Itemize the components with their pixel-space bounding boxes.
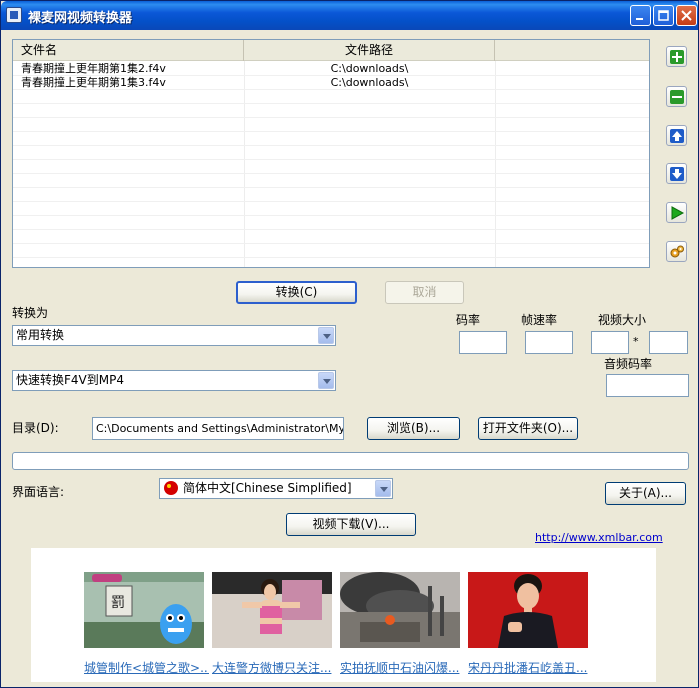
- move-up-button[interactable]: [666, 125, 687, 146]
- audio-bitrate-field[interactable]: [606, 374, 689, 397]
- website-link[interactable]: http://www.xmlbar.com: [535, 531, 663, 544]
- list-gridline: [13, 145, 649, 146]
- list-gridline: [13, 187, 649, 188]
- cancel-button[interactable]: 取消: [385, 281, 464, 304]
- maximize-button[interactable]: [653, 5, 674, 26]
- conversion-preset-value: 快速转换F4V到MP4: [16, 373, 124, 387]
- move-up-icon: [670, 129, 684, 143]
- main-window: 裸麦网视频转换器 文件名 文件路径 青春期撞上更年期第1集2.f4v C:\do…: [0, 0, 699, 688]
- open-folder-button[interactable]: 打开文件夹(O)...: [478, 417, 578, 440]
- directory-label: 目录(D):: [12, 421, 59, 435]
- column-header-label: 文件路径: [344, 43, 393, 57]
- language-select[interactable]: 简体中文[Chinese Simplified]: [159, 478, 393, 499]
- remove-file-button[interactable]: [666, 86, 687, 107]
- list-gridline: [13, 201, 649, 202]
- conversion-mode-value: 常用转换: [16, 328, 65, 342]
- framerate-field[interactable]: [525, 331, 573, 354]
- list-gridline: [13, 243, 649, 244]
- move-down-button[interactable]: [666, 163, 687, 184]
- news-link[interactable]: 宋丹丹批潘石屹盖丑...: [468, 659, 593, 676]
- file-path: C:\downloads\: [330, 62, 409, 75]
- file-list-header: 文件名 文件路径: [13, 40, 649, 61]
- video-height-field[interactable]: [649, 331, 688, 354]
- app-icon: [6, 7, 22, 23]
- news-thumbnail[interactable]: 罰: [84, 572, 204, 648]
- close-icon: [681, 10, 692, 21]
- play-button[interactable]: [666, 202, 687, 223]
- title-bar[interactable]: 裸麦网视频转换器: [1, 1, 698, 30]
- add-file-button[interactable]: [666, 46, 687, 67]
- news-thumbnail[interactable]: [468, 572, 588, 648]
- video-size-label: 视频大小: [598, 313, 647, 327]
- list-gridline: [13, 131, 649, 132]
- file-path: C:\downloads\: [330, 76, 409, 89]
- list-gridline: [13, 257, 649, 258]
- china-flag-icon: [164, 481, 178, 495]
- news-image: [468, 572, 588, 648]
- file-name: 青春期撞上更年期第1集2.f4v: [21, 62, 166, 75]
- news-link[interactable]: 城管制作<城管之歌>...: [84, 659, 209, 676]
- column-header-path[interactable]: 文件路径: [244, 40, 495, 61]
- chevron-down-icon[interactable]: [318, 372, 334, 389]
- list-gridline: [13, 159, 649, 160]
- close-button[interactable]: [676, 5, 697, 26]
- settings-button[interactable]: [666, 241, 687, 262]
- window-title: 裸麦网视频转换器: [28, 11, 133, 26]
- news-image: [212, 572, 332, 648]
- column-header-label: 文件名: [21, 43, 58, 57]
- file-name: 青春期撞上更年期第1集3.f4v: [21, 76, 166, 89]
- conversion-progress-bar: [12, 452, 689, 470]
- svg-text:罰: 罰: [111, 595, 125, 611]
- bitrate-label: 码率: [456, 313, 481, 327]
- chevron-down-icon[interactable]: [318, 327, 334, 344]
- size-separator: *: [633, 335, 639, 348]
- video-width-field[interactable]: [591, 331, 629, 354]
- convert-button[interactable]: 转换(C): [236, 281, 357, 304]
- list-gridline: [13, 117, 649, 118]
- maximize-icon: [658, 10, 669, 21]
- list-item[interactable]: 青春期撞上更年期第1集3.f4v C:\downloads\: [13, 76, 649, 90]
- language-label: 界面语言:: [12, 485, 65, 499]
- move-down-icon: [670, 167, 684, 181]
- column-divider: [495, 61, 496, 267]
- news-image: 罰: [84, 572, 204, 648]
- minimize-icon: [636, 18, 643, 20]
- column-divider: [244, 61, 245, 267]
- language-value: 简体中文[Chinese Simplified]: [183, 481, 352, 495]
- add-icon: [670, 50, 684, 64]
- minimize-button[interactable]: [630, 5, 651, 26]
- file-list[interactable]: 文件名 文件路径 青春期撞上更年期第1集2.f4v C:\downloads\ …: [12, 39, 650, 268]
- news-panel: 罰 城管制作<城管之歌>... 大连警方微博只关注... 实拍抚顺中石油闪爆..…: [31, 548, 656, 682]
- conversion-mode-select[interactable]: 常用转换: [12, 325, 336, 346]
- list-item[interactable]: 青春期撞上更年期第1集2.f4v C:\downloads\: [13, 62, 649, 76]
- settings-icon: [670, 245, 684, 258]
- list-gridline: [13, 173, 649, 174]
- directory-field[interactable]: C:\Documents and Settings\Administrator\…: [92, 417, 344, 440]
- about-button[interactable]: 关于(A)...: [605, 482, 686, 505]
- framerate-label: 帧速率: [521, 313, 558, 327]
- play-icon: [671, 206, 685, 220]
- remove-icon: [670, 90, 684, 104]
- news-link[interactable]: 实拍抚顺中石油闪爆...: [340, 659, 465, 676]
- chevron-down-icon[interactable]: [375, 480, 391, 497]
- video-download-button[interactable]: 视频下载(V)...: [286, 513, 416, 536]
- list-gridline: [13, 103, 649, 104]
- browse-button[interactable]: 浏览(B)...: [367, 417, 460, 440]
- news-link[interactable]: 大连警方微博只关注...: [212, 659, 337, 676]
- column-header-filename[interactable]: 文件名: [13, 40, 244, 61]
- conversion-preset-select[interactable]: 快速转换F4V到MP4: [12, 370, 336, 391]
- convert-to-label: 转换为: [12, 306, 49, 320]
- list-gridline: [13, 215, 649, 216]
- news-image: [340, 572, 460, 648]
- news-thumbnail[interactable]: [212, 572, 332, 648]
- audio-bitrate-label: 音频码率: [604, 357, 653, 371]
- news-thumbnail[interactable]: [340, 572, 460, 648]
- list-gridline: [13, 229, 649, 230]
- bitrate-field[interactable]: [459, 331, 507, 354]
